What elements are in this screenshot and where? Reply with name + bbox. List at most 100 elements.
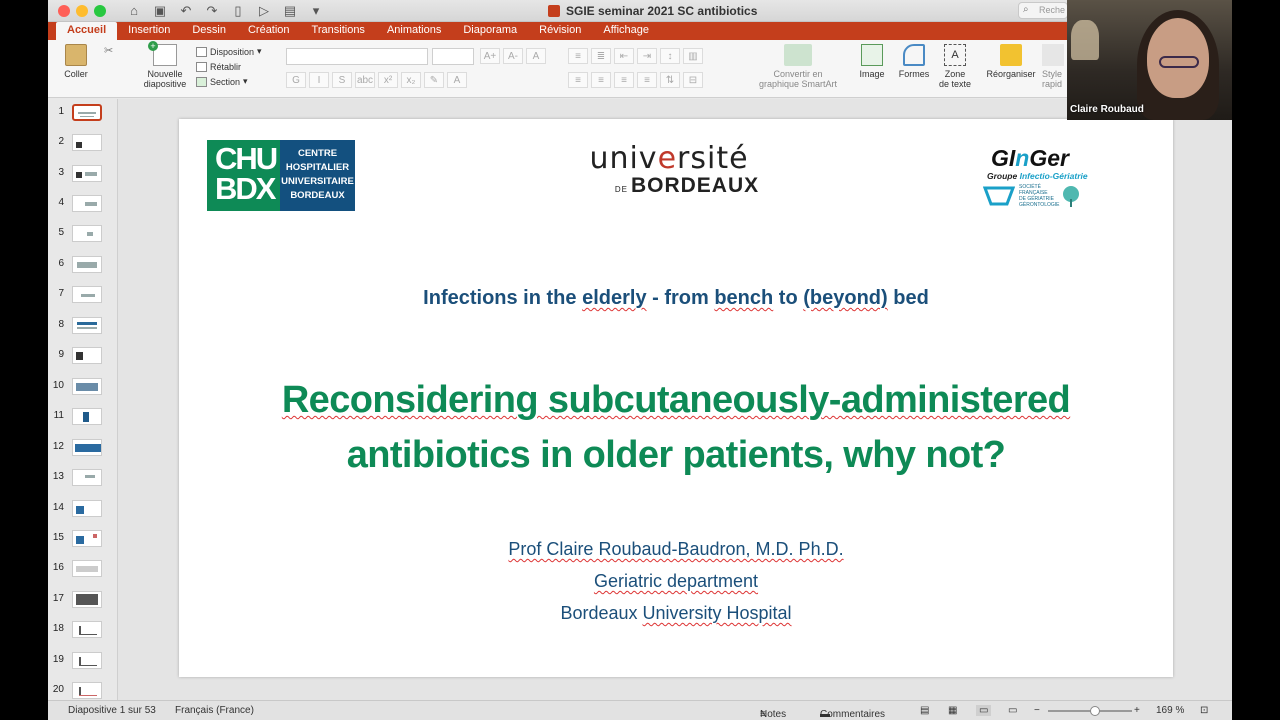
tab-insertion[interactable]: Insertion [117,22,181,40]
thumbnail-18[interactable]: 18 [48,619,117,641]
thumbnail-2[interactable]: 2 [48,132,117,154]
more-icon[interactable]: ▾ [308,3,324,19]
new-slide-button[interactable]: + Nouvelle diapositive [140,41,190,89]
tab-creation[interactable]: Création [237,22,301,40]
numbering-icon[interactable]: ≣ [591,48,611,64]
zoom-window-button[interactable] [94,5,106,17]
tab-revision[interactable]: Révision [528,22,592,40]
shapes-label: Formes [898,69,930,79]
print-icon[interactable]: ▤ [282,3,298,19]
tab-accueil[interactable]: Accueil [56,22,118,40]
thumbnail-6[interactable]: 6 [48,254,117,276]
redo-icon[interactable]: ↷ [204,3,220,19]
normal-view-icon[interactable]: ▤ [920,705,929,716]
reading-view-icon[interactable]: ▭ [976,705,992,716]
thumbnail-17[interactable]: 17 [48,589,117,611]
sorter-view-icon[interactable]: ▦ [948,705,957,716]
slide-thumbnail-panel[interactable]: 1 2 3 4 5 6 7 8 9 10 11 12 13 14 15 16 1… [48,99,118,700]
close-window-button[interactable] [58,5,70,17]
align-right-icon[interactable]: ≡ [614,72,634,88]
font-family-select[interactable] [286,48,428,65]
new-doc-icon[interactable]: ▯ [230,3,246,19]
cut-icon[interactable]: ✂ [104,44,113,57]
thumbnail-7[interactable]: 7 [48,284,117,306]
thumbnail-13[interactable]: 13 [48,467,117,489]
thumbnail-1[interactable]: 1 [48,102,117,124]
thumbnail-9[interactable]: 9 [48,345,117,367]
strike-icon[interactable]: abc [355,72,375,88]
tab-dessin[interactable]: Dessin [181,22,237,40]
thumbnail-16[interactable]: 16 [48,558,117,580]
thumbnail-15[interactable]: 15 [48,528,117,550]
thumbnail-image [72,378,102,395]
slide-editing-area[interactable]: CHU BDX CENTRE HOSPITALIER UNIVERSITAIRE… [118,99,1232,700]
thumbnail-3[interactable]: 3 [48,163,117,185]
thumbnail-11[interactable]: 11 [48,406,117,428]
slideshow-icon[interactable]: ▭ [1008,705,1017,716]
present-icon[interactable]: ▷ [256,3,272,19]
reset-button[interactable]: Rétablir [196,59,262,74]
italic-icon[interactable]: I [309,72,329,88]
document-title-text: SGIE seminar 2021 SC antibiotics [566,4,758,18]
subtitle-text: bench [714,287,774,309]
bullets-icon[interactable]: ≡ [568,48,588,64]
section-button[interactable]: Section ▾ [196,74,262,89]
thumbnail-19[interactable]: 19 [48,650,117,672]
outdent-icon[interactable]: ⇤ [614,48,634,64]
text-direction-icon[interactable]: ⇅ [660,72,680,88]
highlight-icon[interactable]: ✎ [424,72,444,88]
undo-icon[interactable]: ↶ [178,3,194,19]
language-indicator[interactable]: Français (France) [175,705,254,716]
thumbnail-8[interactable]: 8 [48,315,117,337]
current-slide[interactable]: CHU BDX CENTRE HOSPITALIER UNIVERSITAIRE… [179,119,1173,677]
fit-to-window-icon[interactable]: ⊡ [1200,705,1208,716]
shapes-icon [903,44,925,66]
layout-button[interactable]: Disposition ▾ [196,44,262,59]
justify-icon[interactable]: ≡ [637,72,657,88]
underline-icon[interactable]: S [332,72,352,88]
subscript-icon[interactable]: x₂ [401,72,421,88]
paste-button[interactable]: Coller [56,44,96,79]
zoom-level[interactable]: 169 % [1156,705,1184,716]
minimize-window-button[interactable] [76,5,88,17]
align-text-icon[interactable]: ⊟ [683,72,703,88]
font-size-select[interactable] [432,48,474,65]
tab-diaporama[interactable]: Diaporama [452,22,528,40]
thumbnail-10[interactable]: 10 [48,376,117,398]
align-left-icon[interactable]: ≡ [568,72,588,88]
shrink-font-icon[interactable]: A- [503,48,523,64]
indent-icon[interactable]: ⇥ [637,48,657,64]
bold-icon[interactable]: G [286,72,306,88]
home-icon[interactable]: ⌂ [126,3,142,19]
thumbnail-image [72,317,102,334]
search-input[interactable]: ⌕ Reche [1018,2,1068,19]
font-color-icon[interactable]: A [447,72,467,88]
thumbnail-4[interactable]: 4 [48,193,117,215]
paragraph-tools-bottom: ≡ ≡ ≡ ≡ ⇅ ⊟ [568,72,703,88]
zoom-slider-handle[interactable] [1090,706,1100,716]
clear-format-icon[interactable]: A [526,48,546,64]
grow-font-icon[interactable]: A+ [480,48,500,64]
superscript-icon[interactable]: x² [378,72,398,88]
thumbnail-number: 1 [58,106,64,117]
textbox-button[interactable]: A Zone de texte [936,44,974,89]
tab-affichage[interactable]: Affichage [592,22,660,40]
zoom-in-button[interactable]: + [1134,705,1140,716]
align-center-icon[interactable]: ≡ [591,72,611,88]
image-button[interactable]: Image [854,44,890,79]
arrange-button[interactable]: Réorganiser [984,44,1038,79]
tab-transitions[interactable]: Transitions [301,22,376,40]
thumbnail-5[interactable]: 5 [48,223,117,245]
thumbnail-14[interactable]: 14 [48,498,117,520]
tab-animations[interactable]: Animations [376,22,452,40]
zoom-out-button[interactable]: − [1034,705,1040,716]
thumbnail-12[interactable]: 12 [48,437,117,459]
thumbnail-image [72,500,102,517]
shapes-button[interactable]: Formes [894,44,934,79]
line-spacing-icon[interactable]: ↕ [660,48,680,64]
thumbnail-20[interactable]: 20 [48,680,117,700]
smartart-button[interactable]: Convertir en graphique SmartArt [748,44,848,89]
section-label: Section [210,76,241,87]
save-icon[interactable]: ▣ [152,3,168,19]
columns-icon[interactable]: ▥ [683,48,703,64]
